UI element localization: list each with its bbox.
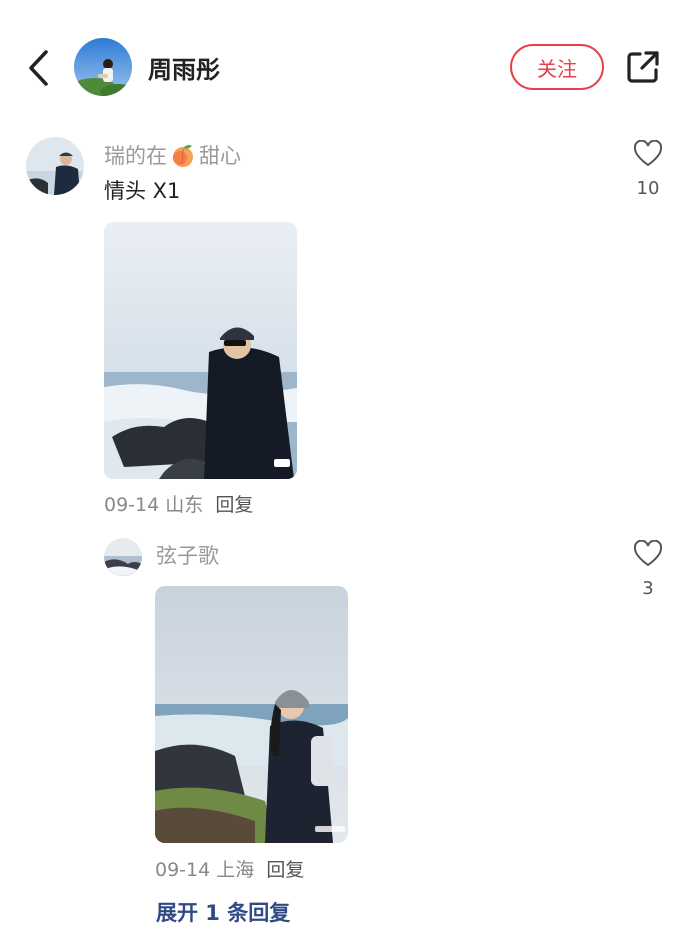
comment-like-count: 10 — [636, 178, 660, 199]
expand-replies-link[interactable]: 展开 1 条回复 — [156, 897, 290, 927]
reply-photo[interactable] — [155, 586, 348, 843]
reply-like-count: 3 — [642, 578, 654, 599]
back-chevron-icon — [29, 50, 48, 86]
replier-avatar[interactable] — [104, 538, 142, 576]
author-name[interactable]: 周雨彤 — [148, 50, 220, 85]
follow-button[interactable]: 关注 — [510, 44, 604, 90]
reply-reply-button[interactable]: 回复 — [266, 859, 304, 881]
share-icon — [627, 51, 659, 83]
back-button[interactable] — [22, 46, 58, 90]
reply-date: 09-14 — [155, 859, 211, 881]
username-prefix: 瑞的在 — [104, 144, 167, 168]
reply-meta: 09-14 上海 回复 — [155, 855, 304, 882]
reply-location: 上海 — [216, 859, 255, 881]
comment-photo[interactable] — [104, 222, 297, 479]
commenter-username[interactable]: 瑞的在 甜心 — [104, 140, 241, 170]
replier-username[interactable]: 弦子歌 — [156, 540, 219, 570]
comment-meta: 09-14 山东 回复 — [104, 490, 253, 517]
comment-text: 情头 X1 — [104, 179, 181, 203]
reply-like-button[interactable]: 3 — [628, 539, 668, 599]
top-bar: 周雨彤 关注 — [0, 0, 690, 130]
heart-icon — [633, 139, 663, 167]
commenter-avatar[interactable] — [26, 137, 84, 195]
comment-location: 山东 — [165, 494, 204, 516]
share-button[interactable] — [624, 48, 662, 86]
comment-reply-button[interactable]: 回复 — [215, 494, 253, 516]
peach-emoji-icon — [170, 142, 196, 168]
username-suffix: 甜心 — [199, 144, 241, 168]
comment-date: 09-14 — [104, 494, 160, 516]
author-avatar[interactable] — [74, 38, 132, 96]
heart-icon — [633, 539, 663, 567]
comment-like-button[interactable]: 10 — [628, 139, 668, 199]
